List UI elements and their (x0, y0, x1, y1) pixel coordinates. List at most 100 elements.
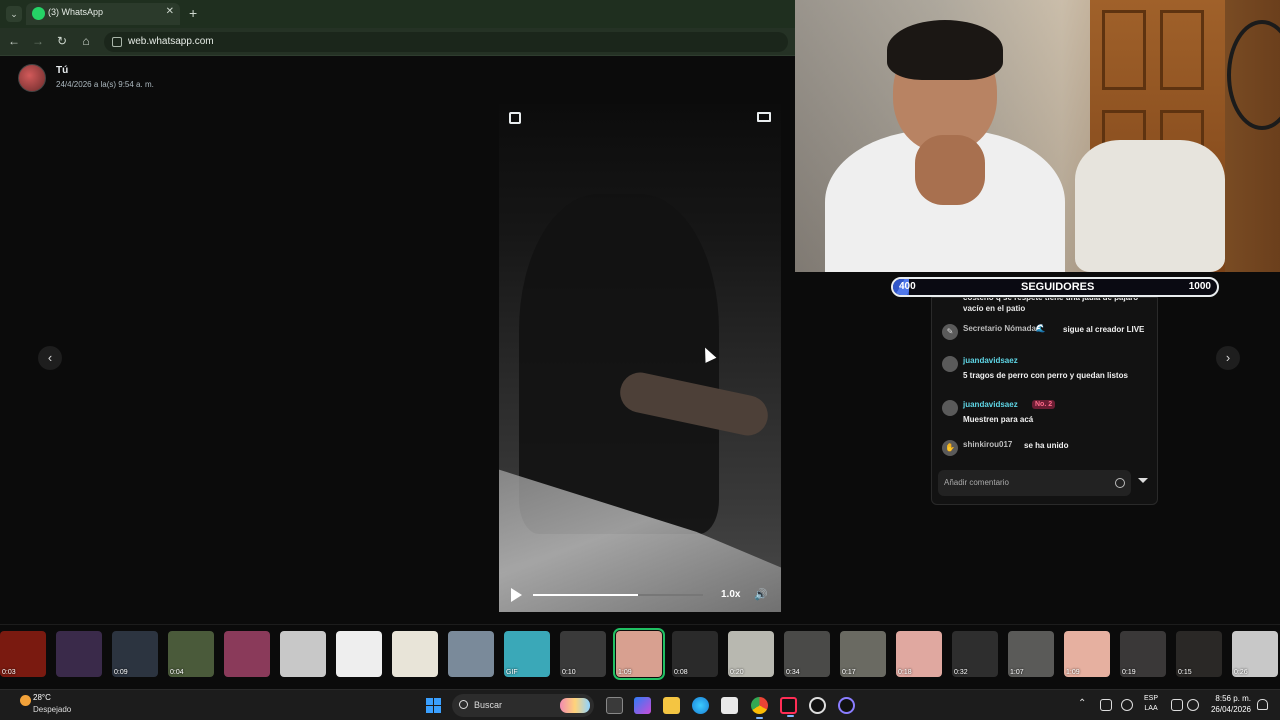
chrome-icon[interactable] (751, 697, 768, 719)
thumbnail-duration: 0:34 (786, 669, 800, 676)
media-thumbnail[interactable] (392, 631, 438, 677)
fullscreen-icon[interactable] (509, 112, 521, 124)
weather-description[interactable]: Despejado (33, 705, 71, 714)
thumbnail-duration: 0:04 (170, 669, 184, 676)
send-icon[interactable] (1138, 478, 1148, 483)
search-label: Buscar (474, 700, 503, 710)
comment-placeholder: Añadir comentario (944, 478, 1009, 487)
chat-username[interactable]: shinkirou017 (963, 440, 1012, 449)
media-thumbnail[interactable]: 0:20 (728, 631, 774, 677)
thumbnail-duration: 0:18 (898, 669, 912, 676)
live-chat-panel: costeño q se respete tiene una jaula de … (931, 297, 1158, 505)
whatsapp-icon (32, 7, 45, 20)
media-thumbnail[interactable] (56, 631, 102, 677)
site-info-icon[interactable] (112, 37, 122, 47)
emoji-icon[interactable] (1115, 478, 1125, 488)
media-thumbnail[interactable]: 1:07 (1008, 631, 1054, 677)
chat-text: sigue al creador LIVE (1063, 325, 1145, 334)
chat-text: Muestren para acá (963, 415, 1034, 424)
media-thumbnail[interactable]: GIF (504, 631, 550, 677)
media-thumbnail[interactable]: 1:09 (613, 628, 665, 680)
media-thumbnail[interactable] (336, 631, 382, 677)
windows-taskbar: 28°C Despejado Buscar ⌃ ESP LAA 8:56 p. … (0, 689, 1280, 720)
previous-media-button[interactable]: ‹ (38, 346, 62, 370)
media-thumbnail[interactable]: 0:26 (1232, 631, 1278, 677)
comment-input[interactable]: Añadir comentario (938, 470, 1131, 496)
goal-label: SEGUIDORES (1021, 281, 1095, 293)
media-thumbnail[interactable]: 0:15 (1176, 631, 1222, 677)
next-media-button[interactable]: › (1216, 346, 1240, 370)
video-progress-bar[interactable] (533, 594, 703, 596)
forward-icon[interactable]: → (30, 34, 46, 48)
media-thumbnail[interactable]: 0:09 (112, 631, 158, 677)
windows-start-icon[interactable] (426, 698, 441, 713)
tray-overflow-icon[interactable]: ⌃ (1078, 698, 1086, 709)
door-panel (1160, 10, 1204, 90)
thumbnail-duration: 0:19 (1122, 669, 1136, 676)
media-thumbnail[interactable]: 0:32 (952, 631, 998, 677)
language-indicator[interactable]: ESP LAA (1144, 694, 1158, 714)
close-tab-icon[interactable]: ✕ (166, 6, 174, 17)
weather-temperature[interactable]: 28°C (33, 693, 51, 702)
volume-icon[interactable]: 🔊 (754, 588, 768, 601)
tab-menu-button[interactable]: ⌄ (6, 6, 22, 22)
media-thumbnail[interactable]: 0:03 (0, 631, 46, 677)
video-player[interactable]: 1.0x 🔊 (499, 104, 781, 612)
goal-end-value: 1000 (1188, 281, 1211, 292)
file-explorer-icon[interactable] (663, 697, 680, 714)
media-thumbnail[interactable]: 0:34 (784, 631, 830, 677)
webcam-fan (1227, 20, 1280, 130)
store-icon[interactable] (721, 697, 738, 714)
app-icon[interactable] (838, 697, 855, 714)
playback-speed-button[interactable]: 1.0x (721, 589, 740, 600)
avatar[interactable] (18, 64, 46, 92)
speaker-icon[interactable] (1187, 699, 1199, 711)
sync-icon[interactable] (1100, 699, 1112, 711)
media-thumbnail[interactable]: 0:10 (560, 631, 606, 677)
media-thumbnail[interactable]: 0:17 (840, 631, 886, 677)
home-icon[interactable]: ⌂ (78, 34, 94, 48)
media-thumbnail[interactable]: 0:04 (168, 631, 214, 677)
tiktok-icon[interactable] (780, 697, 797, 717)
chat-username[interactable]: Secretario Nómada🌊 (963, 324, 1046, 333)
chat-text: 5 tragos de perro con perro y quedan lis… (963, 371, 1128, 380)
new-tab-button[interactable]: + (189, 5, 197, 21)
wave-icon: ✋ (942, 440, 958, 456)
goal-start-value: 400 (899, 281, 916, 292)
browser-tab-whatsapp[interactable]: (3) WhatsApp ✕ (26, 3, 180, 25)
media-thumbnail[interactable]: 0:08 (672, 631, 718, 677)
media-thumbnail-strip: 0:03 0:09 0:04 GIF 0:10 1:09 0:08 0:20 0:34 0:17 0… (0, 624, 1280, 682)
media-thumbnail[interactable] (448, 631, 494, 677)
thumbnail-duration: 1:07 (1010, 669, 1024, 676)
followers-goal-bar: 400 SEGUIDORES 1000 (891, 277, 1219, 297)
clock[interactable]: 8:56 p. m. 26/04/2026 (1205, 693, 1251, 715)
weather-icon[interactable] (20, 695, 31, 706)
webcam-person-hand (915, 135, 985, 205)
thumbnail-duration: 0:26 (1234, 669, 1248, 676)
media-thumbnail[interactable] (280, 631, 326, 677)
task-view-icon[interactable] (606, 697, 623, 714)
reload-icon[interactable]: ↻ (54, 34, 70, 48)
media-thumbnail[interactable]: 1:09 (1064, 631, 1110, 677)
network-icon[interactable] (1171, 699, 1183, 711)
chat-username[interactable]: juandavidsaez (963, 400, 1018, 409)
back-icon[interactable]: ← (6, 34, 22, 48)
url-field[interactable]: web.whatsapp.com (104, 32, 788, 52)
media-thumbnail[interactable]: 0:19 (1120, 631, 1166, 677)
obs-icon[interactable] (809, 697, 826, 714)
url-text: web.whatsapp.com (128, 36, 214, 47)
microphone-icon[interactable] (1121, 699, 1133, 711)
popout-icon[interactable] (757, 112, 771, 122)
thumbnail-duration: 0:08 (674, 669, 688, 676)
media-thumbnail[interactable] (224, 631, 270, 677)
play-icon[interactable] (511, 588, 522, 602)
media-thumbnail[interactable]: 0:18 (896, 631, 942, 677)
chat-username[interactable]: juandavidsaez (963, 356, 1018, 365)
keyboard-layout: LAA (1144, 705, 1158, 712)
chat-text: se ha unido (1024, 441, 1069, 450)
copilot-icon[interactable] (634, 697, 651, 714)
taskbar-search[interactable]: Buscar (452, 694, 594, 717)
edge-icon[interactable] (692, 697, 709, 714)
screen: ⌄ (3) WhatsApp ✕ + ← → ↻ ⌂ web.whatsapp.… (0, 0, 1280, 720)
notification-bell-icon[interactable] (1257, 699, 1268, 710)
